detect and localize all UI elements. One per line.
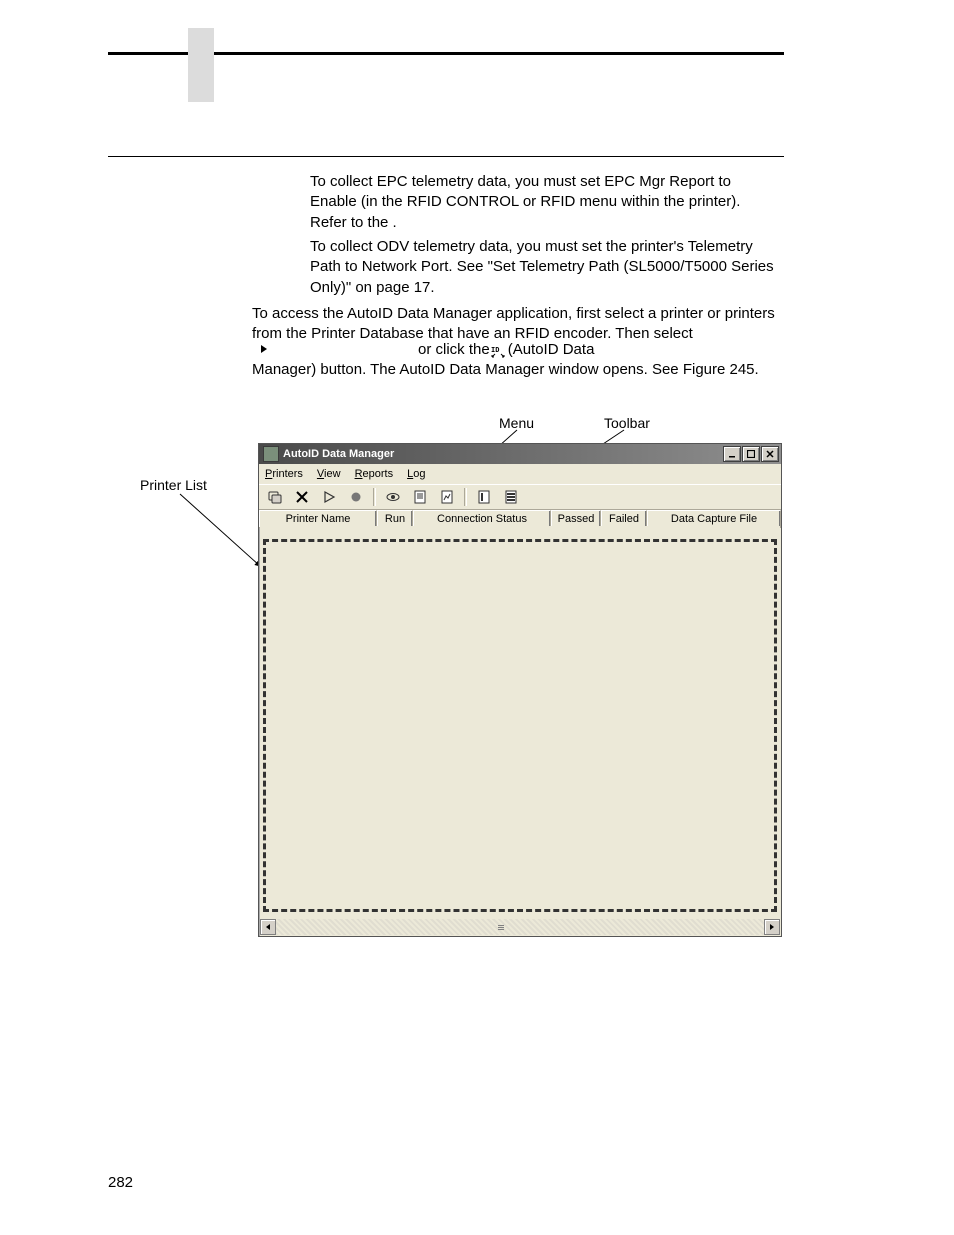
menu-arrow-icon: [260, 340, 268, 360]
body-paragraph-4: or click the ID (AutoID Data: [260, 340, 790, 360]
toolbar-report2-icon[interactable]: [435, 486, 459, 508]
body-paragraph-1: To collect EPC telemetry data, you must …: [310, 172, 780, 233]
chapter-tab: [188, 28, 214, 102]
text: To collect EPC telemetry data, you must …: [310, 173, 740, 231]
menu-log[interactable]: Log: [407, 468, 425, 480]
toolbar-view-icon[interactable]: [381, 486, 405, 508]
horizontal-scrollbar[interactable]: [260, 919, 780, 935]
scroll-left-button[interactable]: [260, 919, 276, 935]
close-button[interactable]: [761, 446, 779, 462]
callout-toolbar: Toolbar: [604, 415, 650, 431]
autoid-window: AutoID Data Manager Printers View Report…: [258, 443, 782, 937]
toolbar-separator: [464, 488, 467, 506]
body-paragraph-3: To access the AutoID Data Manager applic…: [252, 304, 787, 345]
scroll-track[interactable]: [276, 919, 764, 935]
col-failed[interactable]: Failed: [601, 510, 647, 527]
window-title: AutoID Data Manager: [283, 448, 723, 460]
svg-text:ID: ID: [491, 346, 499, 354]
scroll-grip-icon[interactable]: [496, 920, 506, 934]
app-icon: [263, 446, 279, 462]
toolbar-separator: [373, 488, 376, 506]
titlebar[interactable]: AutoID Data Manager: [259, 444, 781, 464]
scroll-right-button[interactable]: [764, 919, 780, 935]
menubar: Printers View Reports Log: [259, 464, 781, 484]
autoid-icon: ID: [490, 345, 508, 359]
printer-list-area: [260, 526, 780, 919]
col-run[interactable]: Run: [377, 510, 413, 527]
toolbar-report1-icon[interactable]: [408, 486, 432, 508]
text: .: [393, 214, 397, 231]
toolbar-log1-icon[interactable]: [472, 486, 496, 508]
toolbar: [259, 484, 781, 510]
maximize-button[interactable]: [742, 446, 760, 462]
toolbar-log2-icon[interactable]: [499, 486, 523, 508]
callout-menu: Menu: [499, 415, 534, 431]
minimize-button[interactable]: [723, 446, 741, 462]
menu-reports[interactable]: Reports: [355, 468, 394, 480]
col-printer-name[interactable]: Printer Name: [259, 510, 377, 527]
col-data-capture-file[interactable]: Data Capture File: [647, 510, 781, 527]
menu-view[interactable]: View: [317, 468, 341, 480]
col-connection-status[interactable]: Connection Status: [413, 510, 551, 527]
callout-printer-list: Printer List: [140, 477, 207, 493]
text: or click the: [418, 340, 490, 360]
toolbar-stop-icon[interactable]: [344, 486, 368, 508]
toolbar-play-icon[interactable]: [317, 486, 341, 508]
text: (AutoID Data: [508, 340, 595, 360]
toolbar-delete-icon[interactable]: [290, 486, 314, 508]
menu-printers[interactable]: Printers: [265, 468, 303, 480]
page-number: 282: [108, 1174, 133, 1191]
toolbar-printers-icon[interactable]: [263, 486, 287, 508]
sub-rule: [108, 156, 784, 157]
body-paragraph-2: To collect ODV telemetry data, you must …: [310, 237, 780, 298]
col-passed[interactable]: Passed: [551, 510, 601, 527]
body-paragraph-5: Manager) button. The AutoID Data Manager…: [252, 360, 787, 380]
